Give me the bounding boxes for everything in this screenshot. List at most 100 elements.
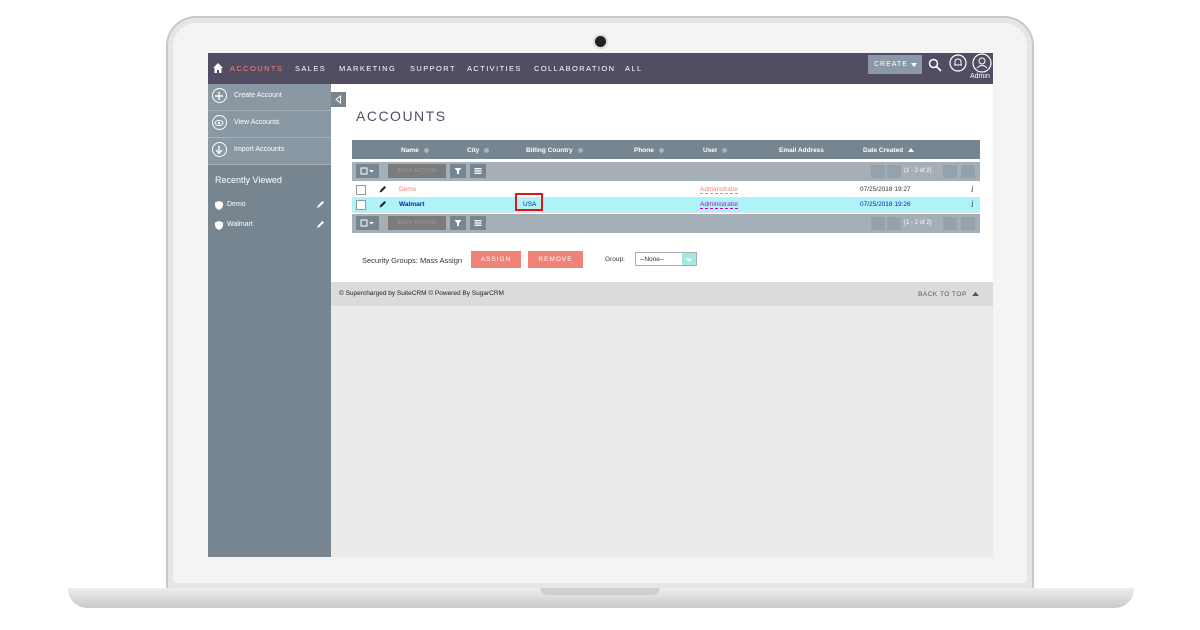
top-nav: ACCOUNTS SALES MARKETING SUPPORT ACTIVIT…: [208, 53, 993, 84]
sidebar: Create Account View Accounts Import Acco…: [208, 84, 331, 557]
pencil-icon[interactable]: [379, 200, 387, 208]
sort-icon: [423, 147, 429, 153]
col-phone[interactable]: Phone: [634, 147, 664, 154]
col-billing-country-label: Billing Country: [526, 147, 573, 154]
pencil-icon[interactable]: [316, 220, 325, 229]
table-row[interactable]: Demo Administrator 07/25/2018 19:27 i: [352, 183, 980, 198]
chevron-down-icon: [682, 253, 696, 265]
view-accounts-action[interactable]: View Accounts: [208, 111, 331, 138]
create-button[interactable]: CREATE: [868, 55, 922, 74]
sort-icon: [577, 147, 583, 153]
create-account-action[interactable]: Create Account: [208, 84, 331, 111]
account-name-link[interactable]: Demo: [399, 186, 416, 193]
caret-down-icon: [911, 63, 917, 67]
filter-button[interactable]: [450, 164, 466, 178]
content-panel: ACCOUNTS Name City Billing Country Phone…: [331, 84, 993, 282]
bulk-action-button[interactable]: BULK ACTION: [388, 164, 446, 178]
view-accounts-label: View Accounts: [234, 119, 280, 126]
recent-item-walmart[interactable]: Walmart: [215, 219, 325, 233]
list-icon: [474, 168, 482, 174]
user-icon[interactable]: [972, 53, 992, 73]
create-account-label: Create Account: [234, 92, 282, 99]
pencil-icon[interactable]: [379, 185, 387, 193]
group-select-value: --None--: [640, 256, 665, 263]
prev-page-button[interactable]: [887, 165, 901, 178]
next-page-button[interactable]: [943, 165, 957, 178]
sidebar-actions: Create Account View Accounts Import Acco…: [208, 84, 331, 165]
import-accounts-label: Import Accounts: [234, 146, 285, 153]
assigned-user-link[interactable]: Administrator: [700, 201, 739, 209]
column-chooser-button[interactable]: [470, 164, 486, 178]
caret-up-icon: [972, 291, 979, 296]
bell-icon[interactable]: [949, 54, 967, 72]
nav-support[interactable]: SUPPORT: [410, 64, 456, 73]
nav-all[interactable]: ALL: [625, 64, 643, 73]
accounts-table: Name City Billing Country Phone User Ema…: [352, 140, 980, 233]
assign-button[interactable]: ASSIGN: [471, 251, 521, 268]
shield-icon: [215, 201, 223, 210]
next-page-button[interactable]: [943, 217, 957, 230]
nav-marketing[interactable]: MARKETING: [339, 64, 396, 73]
camera: [595, 36, 606, 47]
recently-viewed-title: Recently Viewed: [215, 175, 282, 185]
nav-accounts[interactable]: ACCOUNTS: [230, 64, 283, 73]
row-checkbox[interactable]: [356, 185, 366, 195]
col-user-label: User: [703, 147, 718, 154]
nav-collaboration[interactable]: COLLABORATION: [534, 64, 615, 73]
group-label: Group:: [605, 256, 625, 263]
group-select[interactable]: --None--: [635, 252, 697, 266]
download-icon: [212, 142, 227, 157]
filter-button[interactable]: [450, 216, 466, 230]
first-page-button[interactable]: [871, 217, 885, 230]
col-name-label: Name: [401, 147, 419, 154]
collapse-sidebar-button[interactable]: [331, 92, 346, 107]
mass-assign-label: Security Groups: Mass Assign: [362, 256, 463, 265]
col-phone-label: Phone: [634, 147, 654, 154]
checkbox-menu-icon: [360, 167, 374, 175]
table-header: Name City Billing Country Phone User Ema…: [352, 140, 980, 159]
info-icon[interactable]: i: [971, 184, 974, 194]
recent-item-demo[interactable]: Demo: [215, 199, 325, 213]
col-date-created[interactable]: Date Created: [863, 147, 915, 154]
last-page-button[interactable]: [961, 217, 975, 230]
search-icon[interactable]: [928, 58, 942, 72]
col-billing-country[interactable]: Billing Country: [526, 147, 583, 154]
filter-icon: [454, 168, 462, 174]
column-chooser-button[interactable]: [470, 216, 486, 230]
page-title: ACCOUNTS: [356, 108, 447, 124]
nav-sales[interactable]: SALES: [295, 64, 326, 73]
select-dropdown[interactable]: [356, 216, 379, 230]
screen: ACCOUNTS SALES MARKETING SUPPORT ACTIVIT…: [208, 53, 993, 557]
table-toolbar-bottom: BULK ACTION (1 - 2 of 2): [352, 214, 980, 233]
sort-icon: [484, 147, 490, 153]
bulk-action-button[interactable]: BULK ACTION: [388, 216, 446, 230]
col-city[interactable]: City: [467, 147, 490, 154]
pencil-icon[interactable]: [316, 200, 325, 209]
row-checkbox[interactable]: [356, 200, 366, 210]
prev-page-button[interactable]: [887, 217, 901, 230]
table-row[interactable]: Walmart USA Administrator 07/25/2018 19:…: [352, 193, 980, 213]
footer-credits: © Supercharged by SuiteCRM © Powered By …: [339, 290, 504, 297]
account-name-link[interactable]: Walmart: [399, 201, 424, 208]
main-area: ACCOUNTS Name City Billing Country Phone…: [331, 84, 993, 557]
sort-icon: [658, 147, 664, 153]
import-accounts-action[interactable]: Import Accounts: [208, 138, 331, 165]
col-name[interactable]: Name: [401, 147, 429, 154]
highlight-box: [515, 193, 543, 211]
recent-item-label: Demo: [227, 201, 246, 208]
back-to-top-link[interactable]: BACK TO TOP: [918, 291, 979, 298]
home-icon[interactable]: [212, 62, 224, 74]
assigned-user-link[interactable]: Administrator: [700, 186, 739, 194]
admin-label[interactable]: Admin: [970, 73, 990, 80]
info-icon[interactable]: i: [971, 199, 974, 209]
date-created: 07/25/2018 19:27: [860, 186, 911, 193]
filter-icon: [454, 220, 462, 226]
last-page-button[interactable]: [961, 165, 975, 178]
create-label: CREATE: [874, 61, 908, 68]
select-dropdown[interactable]: [356, 164, 379, 178]
shield-icon: [215, 221, 223, 230]
col-user[interactable]: User: [703, 147, 728, 154]
nav-activities[interactable]: ACTIVITIES: [467, 64, 522, 73]
remove-button[interactable]: REMOVE: [528, 251, 583, 268]
first-page-button[interactable]: [871, 165, 885, 178]
